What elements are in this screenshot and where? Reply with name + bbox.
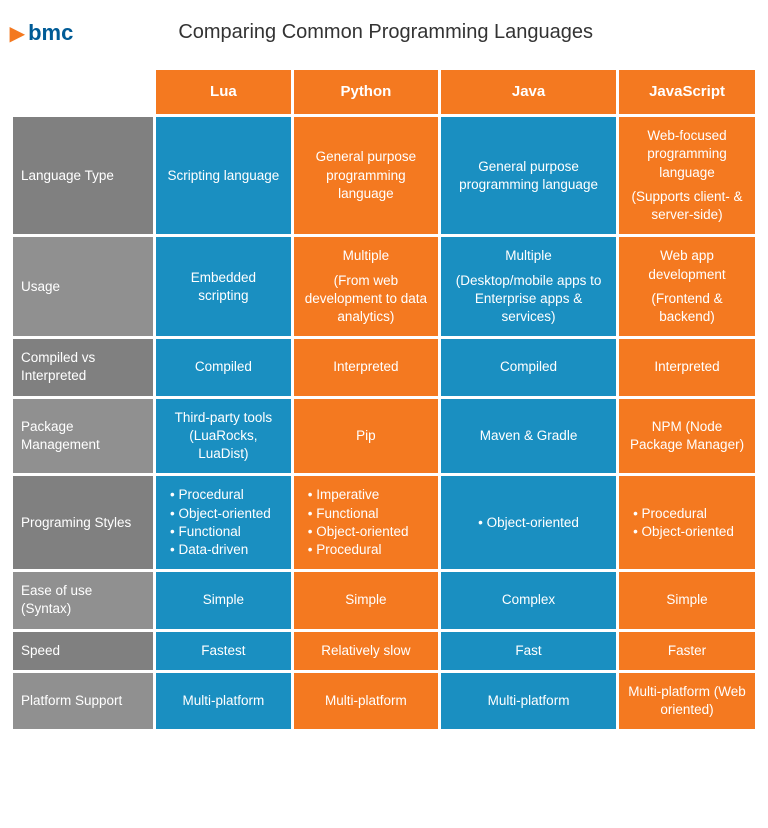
cell-r3-c1: Pip xyxy=(294,399,438,474)
table-row: Programing Styles• Procedural• Object-or… xyxy=(13,476,755,569)
cell-list-item: • Procedural xyxy=(633,505,741,523)
cell-r1-c1: Multiple (From web development to data an… xyxy=(294,237,438,336)
col-header-lua: Lua xyxy=(156,70,291,114)
page-header: ▸ bmc Comparing Common Programming Langu… xyxy=(10,10,758,55)
cell-r5-c1: Simple xyxy=(294,572,438,628)
cell-r3-c2: Maven & Gradle xyxy=(441,399,616,474)
cell-r4-c0: • Procedural• Object-oriented• Functiona… xyxy=(156,476,291,569)
cell-text-part: (Supports client- & server-side) xyxy=(627,188,747,224)
cell-text-part: (From web development to data analytics) xyxy=(302,272,430,327)
cell-r2-c0: Compiled xyxy=(156,339,291,395)
table-row: UsageEmbedded scripting Multiple (From web… xyxy=(13,237,755,336)
cell-r1-c3: Web app development (Frontend & backend) xyxy=(619,237,755,336)
row-label-0: Language Type xyxy=(13,117,153,234)
row-label-1: Usage xyxy=(13,237,153,336)
cell-r2-c2: Compiled xyxy=(441,339,616,395)
row-label-7: Platform Support xyxy=(13,673,153,729)
cell-list-item: • Functional xyxy=(308,505,424,523)
logo-icon: ▸ xyxy=(10,16,24,49)
cell-text-part: Web-focused programming language xyxy=(627,127,747,182)
cell-r7-c2: Multi-platform xyxy=(441,673,616,729)
comparison-table: Lua Python Java JavaScript Language Type… xyxy=(10,67,758,732)
cell-list-item: • Imperative xyxy=(308,486,424,504)
cell-list-item: • Object-oriented xyxy=(170,505,277,523)
cell-r1-c2: Multiple (Desktop/mobile apps to Enterpri… xyxy=(441,237,616,336)
logo: ▸ bmc xyxy=(10,16,73,49)
cell-text-part: (Frontend & backend) xyxy=(627,290,747,326)
cell-r4-c2: • Object-oriented xyxy=(441,476,616,569)
column-header-row: Lua Python Java JavaScript xyxy=(13,70,755,114)
cell-list-item: • Procedural xyxy=(308,541,424,559)
table-row: Platform SupportMulti-platformMulti-plat… xyxy=(13,673,755,729)
cell-list-item: • Object-oriented xyxy=(308,523,424,541)
cell-r6-c1: Relatively slow xyxy=(294,632,438,670)
cell-r0-c2: General purpose programming language xyxy=(441,117,616,234)
cell-text-part: Multi-platform (Web oriented) xyxy=(627,683,747,719)
cell-r0-c1: General purpose programming language xyxy=(294,117,438,234)
cell-r0-c0: Scripting language xyxy=(156,117,291,234)
cell-r1-c0: Embedded scripting xyxy=(156,237,291,336)
cell-r7-c0: Multi-platform xyxy=(156,673,291,729)
cell-r0-c3: Web-focused programming language (Support… xyxy=(619,117,755,234)
cell-r5-c3: Simple xyxy=(619,572,755,628)
cell-list-item: • Functional xyxy=(170,523,277,541)
cell-text-part: Multiple xyxy=(449,247,608,265)
cell-list-item: • Data-driven xyxy=(170,541,277,559)
cell-r6-c3: Faster xyxy=(619,632,755,670)
table-row: SpeedFastestRelatively slowFastFaster xyxy=(13,632,755,670)
col-header-python: Python xyxy=(294,70,438,114)
cell-r3-c3: NPM (Node Package Manager) xyxy=(619,399,755,474)
table-row: Ease of use (Syntax)SimpleSimpleComplexS… xyxy=(13,572,755,628)
col-header-java: Java xyxy=(441,70,616,114)
table-row: Compiled vs InterpretedCompiledInterpret… xyxy=(13,339,755,395)
cell-r4-c3: • Procedural• Object-oriented xyxy=(619,476,755,569)
cell-list-item: • Procedural xyxy=(170,486,277,504)
table-row: Language TypeScripting languageGeneral p… xyxy=(13,117,755,234)
row-label-5: Ease of use (Syntax) xyxy=(13,572,153,628)
cell-r5-c2: Complex xyxy=(441,572,616,628)
row-label-4: Programing Styles xyxy=(13,476,153,569)
cell-r6-c2: Fast xyxy=(441,632,616,670)
cell-text-part: (Desktop/mobile apps to Enterprise apps … xyxy=(449,272,608,327)
cell-list-item: • Object-oriented xyxy=(633,523,741,541)
cell-r7-c1: Multi-platform xyxy=(294,673,438,729)
table-row: Package ManagementThird-party tools (Lua… xyxy=(13,399,755,474)
cell-r6-c0: Fastest xyxy=(156,632,291,670)
row-label-2: Compiled vs Interpreted xyxy=(13,339,153,395)
cell-r4-c1: • Imperative• Functional• Object-oriente… xyxy=(294,476,438,569)
cell-r2-c3: Interpreted xyxy=(619,339,755,395)
cell-r5-c0: Simple xyxy=(156,572,291,628)
logo-text: bmc xyxy=(28,20,73,46)
cell-text-part: Multiple xyxy=(302,247,430,265)
cell-r3-c0: Third-party tools (LuaRocks, LuaDist) xyxy=(156,399,291,474)
row-label-3: Package Management xyxy=(13,399,153,474)
col-header-javascript: JavaScript xyxy=(619,70,755,114)
cell-r7-c3: Multi-platform (Web oriented) xyxy=(619,673,755,729)
page-title: Comparing Common Programming Languages xyxy=(93,21,678,44)
cell-r2-c1: Interpreted xyxy=(294,339,438,395)
cell-text-part: Web app development xyxy=(627,247,747,283)
row-label-6: Speed xyxy=(13,632,153,670)
comparison-table-container: Lua Python Java JavaScript Language Type… xyxy=(10,67,758,732)
empty-header xyxy=(13,70,153,114)
